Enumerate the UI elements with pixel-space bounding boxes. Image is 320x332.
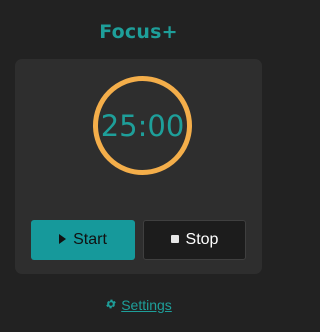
play-icon bbox=[59, 234, 67, 244]
stop-button[interactable]: Stop bbox=[143, 220, 246, 260]
gear-icon bbox=[106, 299, 116, 309]
start-button-label: Start bbox=[73, 231, 107, 248]
timer-card: 25:00 Start Stop bbox=[15, 59, 262, 274]
settings-link[interactable]: Settings bbox=[0, 297, 277, 313]
stop-button-label: Stop bbox=[185, 231, 219, 248]
stop-icon bbox=[170, 234, 179, 243]
start-button[interactable]: Start bbox=[31, 220, 135, 260]
timer-display: 25:00 bbox=[100, 108, 185, 143]
app-title: Focus+ bbox=[99, 21, 178, 43]
settings-link-label: Settings bbox=[121, 297, 172, 313]
